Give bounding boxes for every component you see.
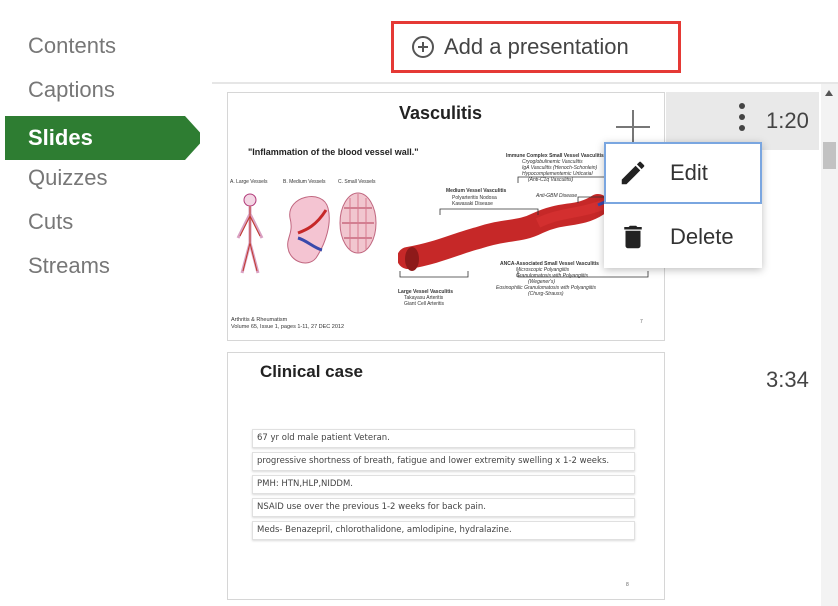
delete-label: Delete (670, 224, 734, 249)
slide-title: Clinical case (260, 362, 364, 381)
vessel-label: A. Large Vessels (230, 179, 268, 185)
more-options-icon[interactable] (735, 103, 749, 135)
sidebar-item-slides[interactable]: Slides (5, 116, 200, 160)
slide-quote: "Inflammation of the blood vessel wall." (248, 147, 419, 157)
slide-time: 3:34 (766, 367, 809, 392)
sidebar-item-captions[interactable]: Captions (0, 72, 210, 116)
add-presentation-label: Add a presentation (444, 34, 629, 59)
add-slide-icon[interactable] (616, 110, 650, 144)
slide-number: 8 (626, 582, 629, 588)
case-line: progressive shortness of breath, fatigue… (252, 452, 635, 471)
slide-title: Vasculitis (399, 103, 483, 123)
trash-icon (624, 225, 642, 249)
edit-label: Edit (670, 160, 708, 185)
slide-time: 1:20 (766, 108, 809, 133)
vessel-label: B. Medium Vessels (283, 179, 326, 185)
case-line: Meds- Benazepril, chlorothalidone, amlod… (252, 521, 635, 540)
slide-source: Arthritis & Rheumatism Volume 65, Issue … (231, 317, 345, 330)
slide-number: 7 (640, 319, 643, 325)
case-line: NSAID use over the previous 1-2 weeks fo… (252, 498, 635, 517)
slide-thumbnail[interactable]: Clinical case 67 yr old male patient Vet… (227, 352, 665, 600)
diagram-label: (Anti-C1q Vasculitis) (528, 177, 574, 183)
vessel-anatomy-illustration (236, 192, 377, 274)
case-line: 67 yr old male patient Veteran. (252, 429, 635, 448)
sidebar-item-streams[interactable]: Streams (0, 248, 210, 292)
edit-menu-item[interactable]: Edit (604, 142, 762, 204)
diagram-label: Medium Vessel Vasculitis (446, 188, 507, 194)
case-line: PMH: HTN,HLP,NIDDM. (252, 475, 635, 494)
diagram-label: Anti-GBM Disease (536, 193, 578, 199)
add-circle-icon (412, 36, 434, 58)
scroll-thumb[interactable] (823, 142, 836, 169)
scroll-up-arrow-icon[interactable] (825, 90, 833, 96)
slide-thumbnail[interactable]: Vasculitis "Inflammation of the blood ve… (227, 92, 665, 341)
sidebar-item-contents[interactable]: Contents (0, 28, 210, 72)
scrollbar[interactable] (821, 84, 838, 606)
diagram-label: Kawasaki Disease (452, 201, 493, 207)
delete-menu-item[interactable]: Delete (604, 206, 762, 268)
pencil-icon (621, 161, 645, 185)
sidebar-item-cuts[interactable]: Cuts (0, 204, 210, 248)
add-presentation-button[interactable]: Add a presentation (391, 21, 681, 73)
diagram-label: Giant Cell Arteritis (404, 301, 445, 307)
sidebar-item-quizzes[interactable]: Quizzes (0, 160, 210, 204)
header-divider (212, 82, 838, 84)
vessel-label: C. Small Vessels (338, 179, 376, 185)
context-menu: Edit Delete (604, 142, 762, 268)
diagram-label: (Churg-Strauss) (528, 291, 564, 297)
sidebar: Contents Captions Slides Quizzes Cuts St… (0, 28, 210, 292)
